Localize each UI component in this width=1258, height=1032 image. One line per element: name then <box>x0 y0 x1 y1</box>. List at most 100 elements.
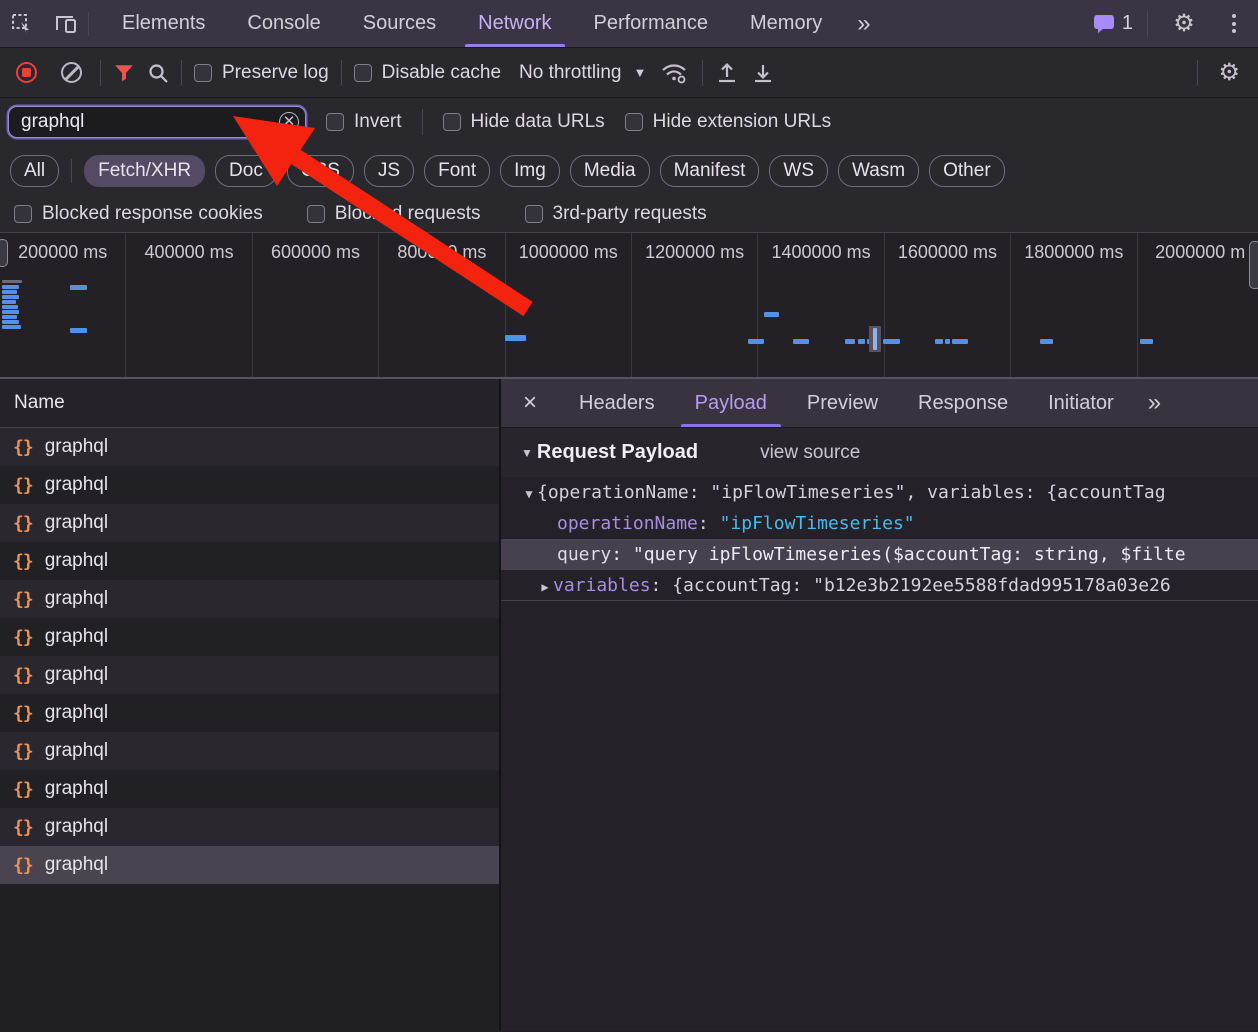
checkbox[interactable] <box>194 64 212 82</box>
request-row[interactable]: {} graphql <box>0 808 499 846</box>
request-row[interactable]: {} graphql <box>0 542 499 580</box>
type-chip[interactable]: Other <box>929 155 1005 187</box>
type-chip-all[interactable]: All <box>10 155 59 187</box>
third-party-requests-checkbox[interactable]: 3rd-party requests <box>525 203 707 225</box>
disable-cache-checkbox[interactable]: Disable cache <box>354 62 501 84</box>
detail-tabs: Headers Payload Preview Response <box>559 379 1134 427</box>
view-source-link[interactable]: view source <box>760 442 860 464</box>
blocked-requests-checkbox[interactable]: Blocked requests <box>307 203 481 225</box>
type-chip[interactable]: CSS <box>287 155 354 187</box>
panel-tab[interactable]: Memory <box>729 0 843 47</box>
timeline-tick-label: 600000 ms <box>271 242 360 263</box>
request-name: graphql <box>45 626 108 648</box>
type-chip[interactable]: Doc <box>215 155 277 187</box>
filter-funnel-icon[interactable] <box>113 62 135 84</box>
type-chip[interactable]: WS <box>769 155 828 187</box>
payload-root-row[interactable]: ▼{operationName: "ipFlowTimeseries", var… <box>501 477 1258 508</box>
request-row[interactable]: {} graphql <box>0 580 499 618</box>
payload-query-row-selected[interactable]: query: "query ipFlowTimeseries($accountT… <box>501 539 1258 570</box>
checkbox[interactable] <box>326 113 344 131</box>
waterfall-bar <box>2 305 18 309</box>
checkbox[interactable] <box>625 113 643 131</box>
more-detail-tabs-chevron-icon[interactable]: » <box>1134 379 1175 427</box>
checkbox[interactable] <box>307 205 325 223</box>
overview-right-handle[interactable] <box>1249 241 1258 289</box>
record-network-log-button[interactable] <box>16 62 37 83</box>
request-row[interactable]: {} graphql <box>0 428 499 466</box>
throttling-dropdown[interactable]: No throttling ▼ <box>519 62 646 84</box>
name-column-header[interactable]: Name <box>0 379 499 428</box>
type-chip[interactable]: Fetch/XHR <box>84 155 205 187</box>
kebab-menu-icon[interactable] <box>1220 14 1248 33</box>
type-chip[interactable]: Media <box>570 155 650 187</box>
waterfall-bar <box>505 335 526 341</box>
timeline-column: 1000000 ms <box>506 233 632 377</box>
hide-data-urls-checkbox[interactable]: Hide data URLs <box>443 111 605 133</box>
checkbox[interactable] <box>525 205 543 223</box>
clear-network-log-icon[interactable] <box>61 62 82 83</box>
panel-tab[interactable]: Elements <box>101 0 226 47</box>
checkbox[interactable] <box>14 205 32 223</box>
detail-tab[interactable]: Response <box>898 379 1028 427</box>
type-chip[interactable]: Font <box>424 155 490 187</box>
request-payload-section-header[interactable]: ▼ Request Payload view source <box>501 428 1258 477</box>
console-messages-button[interactable]: 1 <box>1093 12 1133 35</box>
clear-filter-icon[interactable]: ✕ <box>279 112 299 132</box>
timeline-tick-label: 1800000 ms <box>1024 242 1123 263</box>
checkbox[interactable] <box>354 64 372 82</box>
payload-key: query <box>557 544 611 565</box>
request-row[interactable]: {} graphql <box>0 618 499 656</box>
request-row[interactable]: {} graphql <box>0 770 499 808</box>
timeline-column: 800000 ms <box>379 233 505 377</box>
network-overview-timeline[interactable]: 200000 ms 400000 ms 600000 ms 800000 ms … <box>0 233 1258 379</box>
detail-tab[interactable]: Preview <box>787 379 898 427</box>
request-row[interactable]: {} graphql <box>0 504 499 542</box>
close-details-icon[interactable]: × <box>501 379 559 427</box>
name-header-label: Name <box>14 392 65 414</box>
search-icon[interactable] <box>147 62 169 84</box>
panel-tab[interactable]: Console <box>226 0 341 47</box>
payload-variables-row[interactable]: ▶variables: {accountTag: "b12e3b2192ee55… <box>501 570 1258 601</box>
request-name: graphql <box>45 664 108 686</box>
type-chip[interactable]: Img <box>500 155 560 187</box>
network-conditions-icon[interactable] <box>658 61 690 85</box>
export-har-icon[interactable] <box>751 61 775 85</box>
request-row[interactable]: {} graphql <box>0 732 499 770</box>
timeline-column: 200000 ms <box>0 233 126 377</box>
request-row[interactable]: {} graphql <box>0 656 499 694</box>
divider <box>71 159 72 183</box>
inspect-element-icon[interactable] <box>0 0 44 47</box>
filter-input[interactable] <box>8 106 306 138</box>
panel-tab[interactable]: Sources <box>342 0 457 47</box>
detail-tab[interactable]: Initiator <box>1028 379 1134 427</box>
type-chip[interactable]: Manifest <box>660 155 760 187</box>
payload-operation-row[interactable]: operationName: "ipFlowTimeseries" <box>501 508 1258 539</box>
collapsed-triangle-icon[interactable]: ▶ <box>537 572 553 601</box>
panel-tab[interactable]: Network <box>457 0 572 47</box>
divider <box>341 60 342 86</box>
waterfall-bar <box>2 320 19 324</box>
invert-checkbox[interactable]: Invert <box>326 111 402 133</box>
request-row[interactable]: {} graphql <box>0 466 499 504</box>
blocked-response-cookies-checkbox[interactable]: Blocked response cookies <box>14 203 263 225</box>
type-chip[interactable]: JS <box>364 155 414 187</box>
preserve-log-checkbox[interactable]: Preserve log <box>194 62 329 84</box>
panel-tab[interactable]: Performance <box>573 0 730 47</box>
more-tabs-chevron-icon[interactable]: » <box>843 0 884 47</box>
waterfall-bar <box>793 339 809 344</box>
hide-extension-urls-checkbox[interactable]: Hide extension URLs <box>625 111 831 133</box>
request-row[interactable]: {} graphql <box>0 694 499 732</box>
timeline-column: 400000 ms <box>126 233 252 377</box>
request-list: {} graphql {} graphql {} graphql {} <box>0 428 499 884</box>
overview-left-handle[interactable] <box>0 239 8 267</box>
checkbox[interactable] <box>443 113 461 131</box>
type-chip[interactable]: Wasm <box>838 155 919 187</box>
detail-tab[interactable]: Headers <box>559 379 675 427</box>
device-toolbar-icon[interactable] <box>44 0 88 47</box>
settings-gear-icon[interactable]: ⚙ <box>1162 9 1206 38</box>
import-har-icon[interactable] <box>715 61 739 85</box>
detail-tab[interactable]: Payload <box>675 379 787 427</box>
expanded-triangle-icon[interactable]: ▼ <box>521 479 537 508</box>
network-settings-gear-icon[interactable]: ⚙ <box>1210 58 1248 87</box>
request-row[interactable]: {} graphql <box>0 846 499 884</box>
